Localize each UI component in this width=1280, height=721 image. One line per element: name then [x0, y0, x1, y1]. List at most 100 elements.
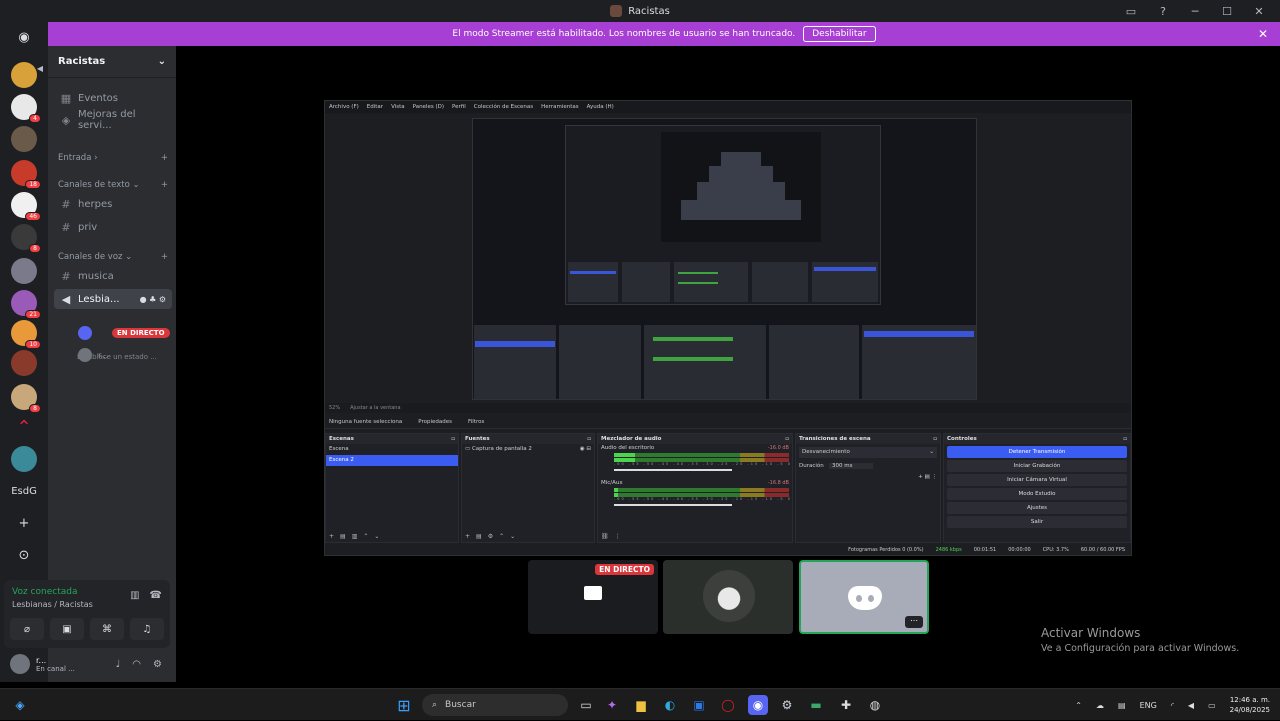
help-icon[interactable]: ? — [1148, 0, 1178, 22]
trash-icon[interactable]: ▤ — [925, 474, 930, 480]
add-channel-icon[interactable]: + — [161, 153, 168, 163]
camera-button[interactable]: ⌀ — [10, 618, 44, 640]
menu-item[interactable]: Editar — [367, 104, 383, 110]
add-icon[interactable]: + — [329, 533, 334, 540]
explore-icon[interactable]: ⊙ — [13, 544, 35, 566]
category-entrada[interactable]: Entrada › + — [58, 153, 168, 163]
dock-undock-icon[interactable]: ▫ — [1123, 436, 1127, 442]
add-server-icon[interactable]: + — [13, 512, 35, 534]
headphones-icon[interactable]: ◠ — [132, 659, 141, 670]
exit-button[interactable]: Salir — [947, 516, 1127, 528]
add-channel-icon[interactable]: + — [161, 180, 168, 190]
dock-undock-icon[interactable]: ▫ — [933, 436, 937, 442]
menu-item[interactable]: Herramientas — [541, 104, 578, 110]
more-options-icon[interactable]: ⋯ — [905, 616, 923, 628]
soundboard-button[interactable]: ♫ — [130, 618, 164, 640]
banner-close-icon[interactable]: ✕ — [1258, 27, 1268, 41]
battery-icon[interactable]: ▭ — [1208, 701, 1216, 710]
menu-item[interactable]: Paneles (D) — [413, 104, 444, 110]
copilot-icon[interactable]: ✦ — [602, 695, 622, 715]
add-icon[interactable]: + — [465, 533, 470, 540]
filters-tab[interactable]: Filtros — [468, 419, 484, 425]
down-icon[interactable]: ⌄ — [374, 533, 379, 540]
more-icon[interactable]: ⋮ — [932, 474, 938, 480]
discord-home-icon[interactable]: ◉ — [13, 26, 35, 48]
category-voice-channels[interactable]: Canales de voz ⌄ + — [58, 252, 168, 262]
discord-taskbar-icon[interactable]: ◉ — [748, 695, 768, 715]
stream-view-obs[interactable]: Archivo (F) Editar Vista Paneles (D) Per… — [324, 100, 1132, 556]
sidebar-item-boosts[interactable]: ◈ Mejoras del servi... — [54, 109, 172, 131]
server-icon[interactable] — [11, 446, 37, 472]
microphone-icon[interactable]: ♩ — [116, 659, 121, 670]
language-indicator[interactable]: ENG — [1140, 701, 1157, 710]
voice-user[interactable]: r... — [78, 348, 108, 362]
server-icon[interactable]: 18 — [11, 160, 41, 189]
server-acronym[interactable]: EsdG — [0, 486, 48, 497]
menu-item[interactable]: Ayuda (H) — [587, 104, 614, 110]
dock-undock-icon[interactable]: ▫ — [451, 436, 455, 442]
signal-icon[interactable]: ▥ — [130, 590, 139, 601]
voice-channel-lesbianas[interactable]: ◀ Lesbia... ● ♣ ⚙ — [54, 289, 172, 309]
settings-gear-icon[interactable]: ⚙ — [153, 659, 162, 670]
trash-icon[interactable]: ▤ — [340, 533, 346, 540]
app-icon[interactable]: ✚ — [836, 695, 856, 715]
transition-select[interactable]: Desvanecimiento ⌄ — [799, 447, 937, 458]
chevron-up-icon[interactable]: ⌃ — [1075, 701, 1082, 710]
down-icon[interactable]: ⌄ — [510, 533, 515, 540]
trash-icon[interactable]: ▤ — [476, 533, 482, 540]
channel-priv[interactable]: # priv — [54, 217, 172, 237]
link-icon[interactable]: ⛓ — [601, 533, 609, 540]
filter-icon[interactable]: ▥ — [352, 533, 358, 540]
sidebar-item-events[interactable]: ▦ Eventos — [54, 88, 172, 108]
edge-icon[interactable]: ◐ — [660, 695, 680, 715]
settings-button[interactable]: Ajustes — [947, 502, 1127, 514]
cloud-icon[interactable]: ☁ — [1096, 701, 1104, 710]
file-explorer-icon[interactable]: ▆ — [631, 695, 651, 715]
tray-app-icon[interactable]: ▤ — [1118, 701, 1126, 710]
maximize-button[interactable]: ☐ — [1212, 0, 1242, 22]
server-icon[interactable]: 46 — [11, 192, 41, 221]
user-tile[interactable] — [663, 560, 793, 634]
scene-item[interactable]: Escena 2 — [326, 455, 458, 466]
windows-start-icon[interactable]: ⊞ — [394, 695, 414, 715]
stop-stream-button[interactable]: Detener Transmisión — [947, 446, 1127, 458]
activity-button[interactable]: ⌘ — [90, 618, 124, 640]
server-icon[interactable] — [11, 350, 37, 376]
server-icon[interactable]: ⌃ — [11, 416, 37, 442]
server-icon[interactable]: 4 — [11, 94, 41, 123]
taskbar-search[interactable]: ⌕ Buscar — [422, 694, 568, 716]
properties-tab[interactable]: Propiedades — [418, 419, 452, 425]
volume-slider[interactable] — [614, 504, 732, 506]
start-virtual-camera-button[interactable]: Iniciar Cámara Virtual — [947, 474, 1127, 486]
volume-slider[interactable] — [614, 469, 732, 471]
stream-tile[interactable]: EN DIRECTO — [528, 560, 658, 634]
server-icon[interactable]: 10 — [11, 320, 41, 349]
server-icon[interactable]: ◀ — [11, 62, 43, 88]
menu-item[interactable]: Archivo (F) — [329, 104, 359, 110]
dock-undock-icon[interactable]: ▫ — [587, 436, 591, 442]
volume-icon[interactable]: ◀ — [1188, 701, 1194, 710]
studio-mode-button[interactable]: Modo Estudio — [947, 488, 1127, 500]
inbox-icon[interactable]: ▭ — [1116, 0, 1146, 22]
steam-icon[interactable]: ⚙ — [777, 695, 797, 715]
server-icon[interactable] — [11, 126, 37, 152]
minimize-button[interactable]: ─ — [1180, 0, 1210, 22]
store-icon[interactable]: ▣ — [689, 695, 709, 715]
task-view-icon[interactable]: ▭ — [576, 695, 596, 715]
voice-user[interactable]: EN DIRECTO — [78, 326, 170, 340]
scene-item[interactable]: Escena — [326, 444, 458, 455]
server-header[interactable]: Racistas ⌄ — [48, 46, 176, 78]
up-icon[interactable]: ⌃ — [363, 533, 368, 540]
add-channel-icon[interactable]: + — [161, 252, 168, 262]
menu-item[interactable]: Vista — [391, 104, 405, 110]
disable-streamer-button[interactable]: Deshabilitar — [803, 26, 876, 42]
category-text-channels[interactable]: Canales de texto ⌄ + — [58, 180, 168, 190]
user-tile-active[interactable]: ⋯ — [799, 560, 929, 634]
start-recording-button[interactable]: Iniciar Grabación — [947, 460, 1127, 472]
dock-undock-icon[interactable]: ▫ — [785, 436, 789, 442]
widgets-icon[interactable]: ◈ — [10, 695, 30, 715]
duration-input[interactable]: 300 ms — [829, 463, 873, 469]
visibility-icon[interactable]: ◉ ⊟ — [580, 446, 591, 452]
obs-icon[interactable]: ◍ — [865, 695, 885, 715]
more-icon[interactable]: ⋮ — [615, 533, 621, 540]
